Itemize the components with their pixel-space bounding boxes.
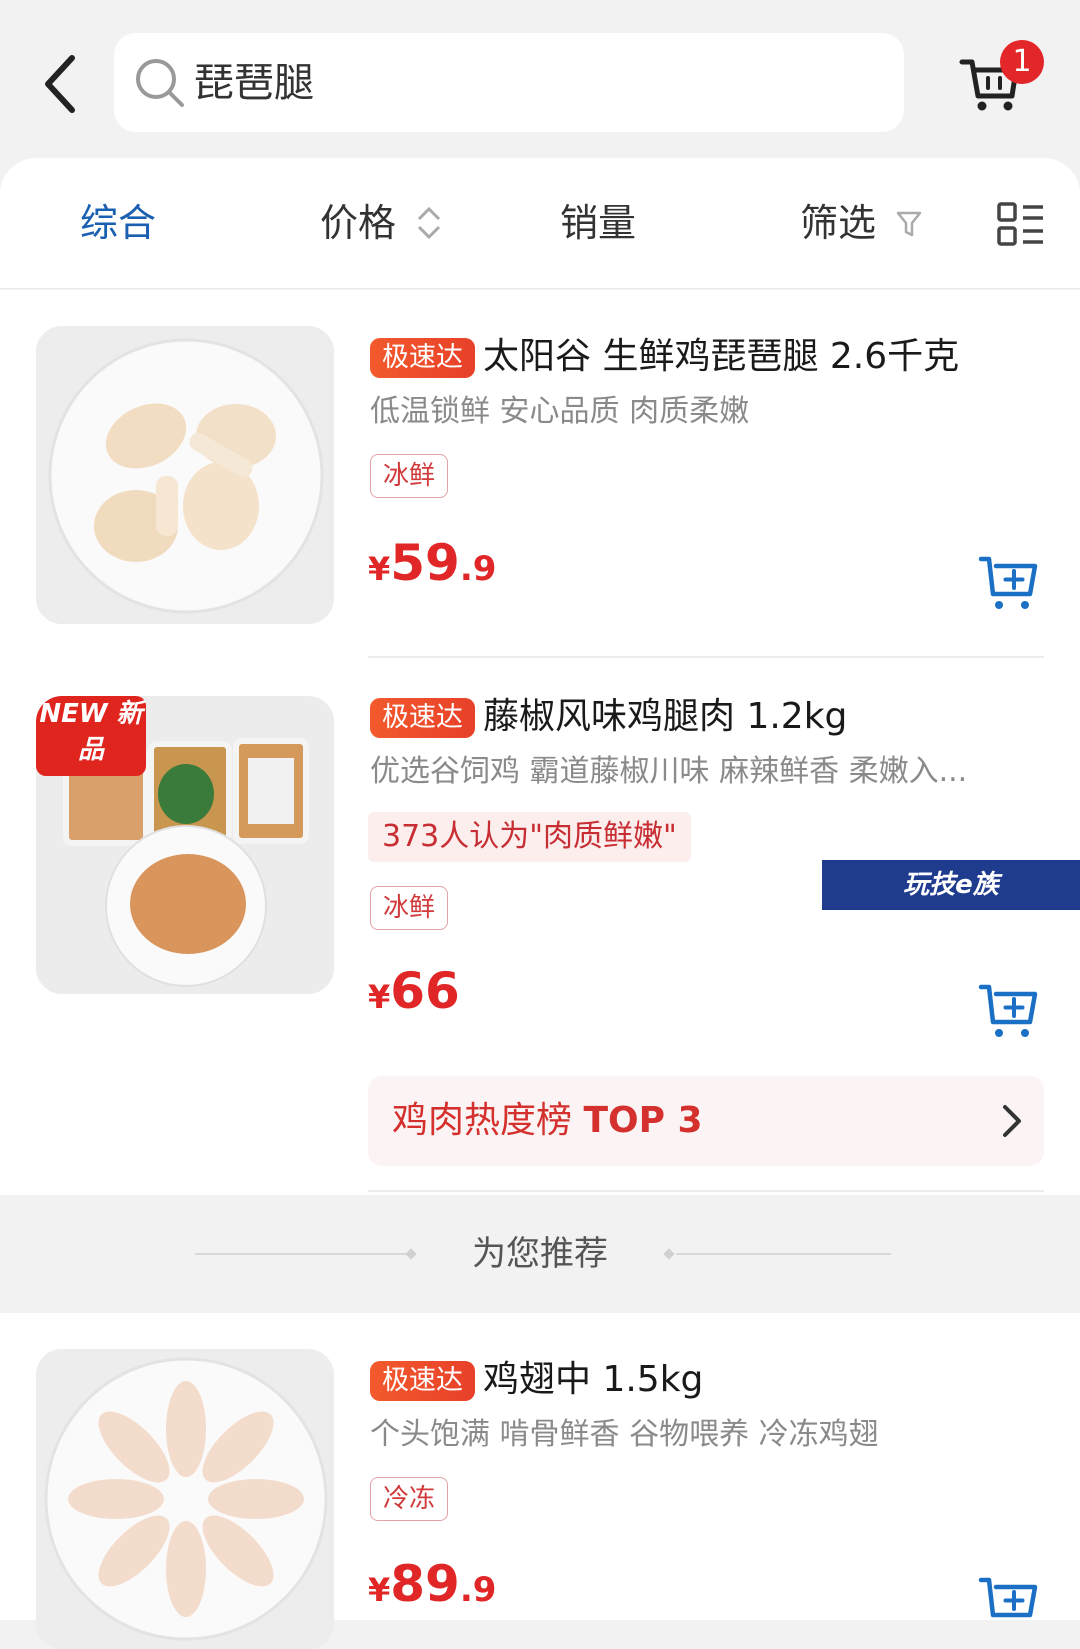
watermark-logo: 玩技e族 (822, 860, 1080, 910)
product-title[interactable]: 极速达 太阳谷 生鲜鸡琵琶腿 2.6千克 (370, 330, 959, 384)
search-bar[interactable]: 琵琶腿 (114, 33, 904, 132)
product-title[interactable]: 极速达 藤椒风味鸡腿肉 1.2kg (370, 690, 847, 744)
search-query: 琵琶腿 (194, 60, 314, 106)
express-tag: 极速达 (370, 1361, 475, 1401)
product-title[interactable]: 极速达 鸡翅中 1.5kg (370, 1353, 703, 1407)
add-to-cart-button[interactable] (978, 1575, 1040, 1633)
chicken-drumsticks-image (36, 326, 334, 624)
tab-comprehensive[interactable]: 综合 (80, 198, 156, 248)
ranking-label: 鸡肉热度榜 (392, 1100, 573, 1141)
product-image[interactable] (36, 1349, 334, 1649)
storage-chip: 冷冻 (370, 1477, 449, 1521)
tab-sales[interactable]: 销量 (560, 198, 636, 248)
product-price: ¥89.9 (368, 1555, 497, 1613)
add-to-cart-icon (978, 556, 1038, 609)
storage-chip: 冰鲜 (370, 886, 449, 930)
divider-line (676, 1253, 891, 1255)
back-button[interactable] (40, 52, 80, 116)
diamond-icon (663, 1248, 675, 1260)
hot-ranking-banner[interactable]: 鸡肉热度榜 TOP 3 (368, 1076, 1044, 1166)
tab-filter[interactable]: 筛选 (800, 198, 876, 248)
storage-chip: 冰鲜 (370, 454, 449, 498)
add-to-cart-button[interactable] (978, 554, 1040, 612)
cart-count-badge: 1 (1000, 40, 1044, 84)
sort-arrows-icon (417, 206, 441, 240)
list-layout-icon[interactable] (997, 202, 1045, 246)
product-price: ¥59.9 (368, 534, 497, 592)
product-price: ¥66 (368, 962, 460, 1020)
express-tag: 极速达 (370, 698, 475, 738)
review-highlight: 373人认为"肉质鲜嫩" (368, 812, 691, 862)
sort-tabs-bar: 综合 价格 销量 筛选 (0, 158, 1080, 289)
tab-price[interactable]: 价格 (320, 198, 396, 248)
product-list: 极速达 太阳谷 生鲜鸡琵琶腿 2.6千克 低温锁鲜 安心品质 肉质柔嫩 冰鲜 ¥5… (0, 290, 1080, 1195)
divider (368, 656, 1044, 658)
chevron-right-icon (1003, 1105, 1021, 1137)
add-to-cart-button[interactable] (978, 982, 1040, 1040)
express-tag: 极速达 (370, 338, 475, 378)
chicken-wings-image (36, 1349, 334, 1649)
ranking-position: TOP 3 (583, 1100, 703, 1141)
new-product-badge: NEW 新品 (39, 699, 143, 765)
recommended-list: 极速达 鸡翅中 1.5kg 个头饱满 啃骨鲜香 谷物喂养 冷冻鸡翅 冷冻 ¥89.… (0, 1313, 1080, 1649)
chevron-left-icon (45, 55, 75, 113)
recommend-title: 为您推荐 (472, 1234, 608, 1274)
add-to-cart-icon (978, 1577, 1038, 1618)
product-subtitle: 低温锁鲜 安心品质 肉质柔嫩 (370, 394, 750, 429)
filter-funnel-icon (896, 211, 922, 237)
product-subtitle: 个头饱满 啃骨鲜香 谷物喂养 冷冻鸡翅 (370, 1417, 879, 1452)
product-image[interactable]: NEW 新品 (36, 696, 334, 994)
recommend-section-header: 为您推荐 (0, 1195, 1080, 1313)
product-image[interactable] (36, 326, 334, 624)
divider (368, 1190, 1044, 1192)
add-to-cart-icon (978, 984, 1038, 1037)
product-subtitle: 优选谷饲鸡 霸道藤椒川味 麻辣鲜香 柔嫩入... (370, 754, 968, 789)
search-icon (136, 59, 184, 107)
